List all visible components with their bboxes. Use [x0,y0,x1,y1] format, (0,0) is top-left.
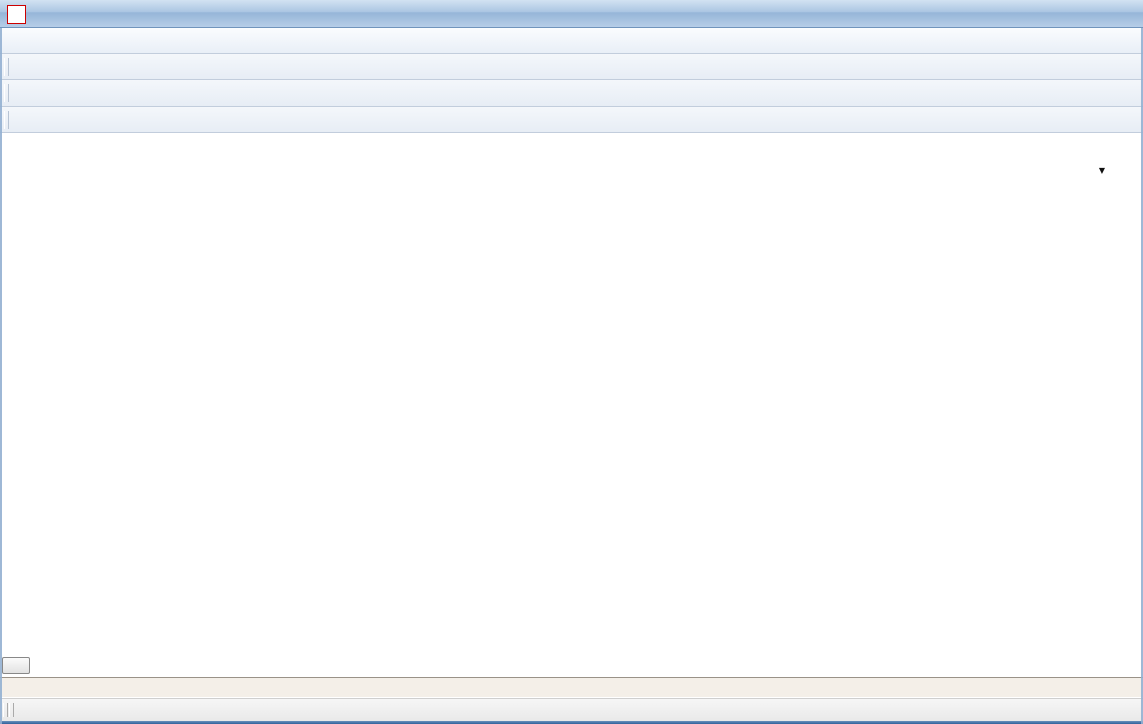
news-ticker[interactable] [0,677,1143,698]
app-logo-icon [7,5,26,24]
main-toolbar [0,54,1143,80]
title-bar [0,0,1143,28]
statusbar-grip [3,703,8,717]
chart-toolbar [0,80,1143,107]
window-left-edge [0,28,2,724]
gann-tools-toolbar [0,107,1143,133]
symbol-label [1124,146,1134,162]
toolbar-grip[interactable] [4,84,9,102]
toolbar-grip[interactable] [4,111,9,129]
status-bar [0,698,1143,721]
app-window: { "window": { "logo": "赢", "title": "赢家老… [0,0,1143,724]
statusbar-grip [9,703,14,717]
toolbar-grip[interactable] [4,58,9,76]
symbol-marker-icon: ▼ [1099,166,1105,175]
expand-panel-button[interactable] [2,657,30,674]
chart-area: ▼ [0,133,1143,677]
menu-bar [0,28,1143,54]
price-volume-plot [0,133,1143,677]
